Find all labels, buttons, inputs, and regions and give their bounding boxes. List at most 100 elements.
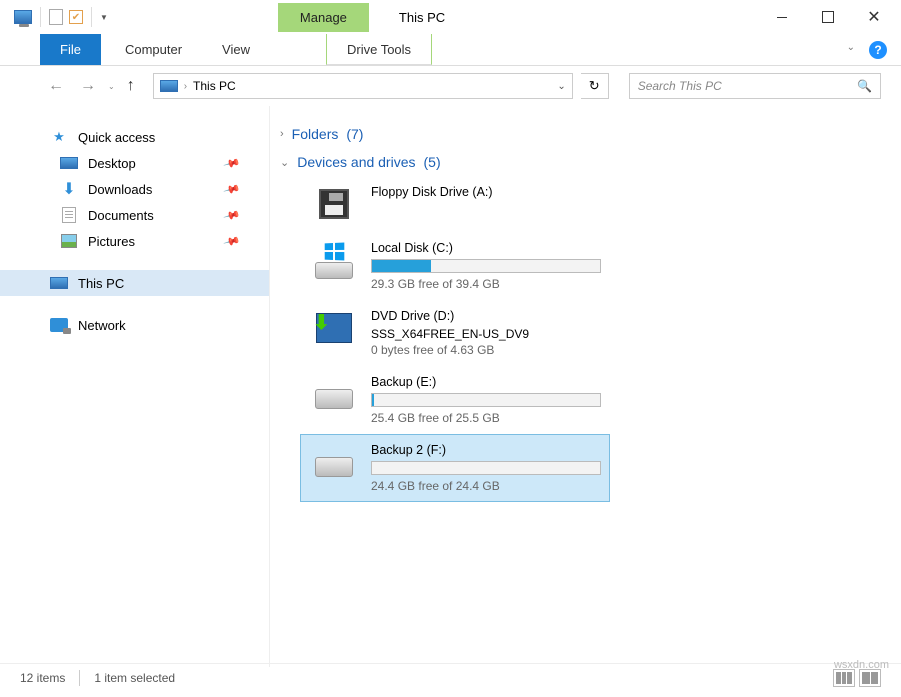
view-details-button[interactable] <box>833 669 855 687</box>
tab-view[interactable]: View <box>202 34 270 65</box>
qat-separator <box>91 7 92 27</box>
pin-icon: 📌 <box>223 206 241 224</box>
minimize-button[interactable] <box>759 3 805 31</box>
sidebar-label: This PC <box>78 276 124 291</box>
help-icon[interactable]: ? <box>869 41 887 59</box>
back-button[interactable]: ← <box>44 73 68 99</box>
dvd-icon <box>316 313 352 343</box>
view-large-icons-button[interactable] <box>859 669 881 687</box>
drive-name: Floppy Disk Drive (A:) <box>371 185 597 199</box>
quick-access-toolbar: ✔ ▼ <box>4 7 108 27</box>
drive-name: Local Disk (C:) <box>371 241 601 255</box>
drive-backup-e[interactable]: Backup (E:) 25.4 GB free of 25.5 GB <box>300 366 610 434</box>
drive-floppy-a[interactable]: Floppy Disk Drive (A:) <box>300 176 610 232</box>
chevron-down-icon: ⌄ <box>280 156 289 169</box>
windows-icon <box>325 243 345 261</box>
qat-check-icon[interactable]: ✔ <box>69 10 83 24</box>
documents-icon <box>62 207 76 223</box>
hdd-icon <box>315 262 353 279</box>
drives-list: Floppy Disk Drive (A:) Local Disk (C:) 2… <box>270 176 891 502</box>
tab-drive-tools[interactable]: Drive Tools <box>326 34 432 65</box>
group-count: (5) <box>424 154 441 170</box>
drive-sublabel: SSS_X64FREE_EN-US_DV9 <box>371 327 597 341</box>
content-pane: › Folders (7) ⌄ Devices and drives (5) F… <box>270 106 901 667</box>
floppy-icon <box>319 189 349 219</box>
this-pc-icon <box>50 277 68 289</box>
status-item-count: 12 items <box>20 671 65 685</box>
drive-free-text: 0 bytes free of 4.63 GB <box>371 343 597 357</box>
ribbon-tabs: File Computer View Drive Tools ⌄ ? <box>0 34 901 66</box>
pin-icon: 📌 <box>223 154 241 172</box>
sidebar-label: Desktop <box>88 156 136 171</box>
location-icon <box>160 80 178 92</box>
drive-backup2-f[interactable]: Backup 2 (F:) 24.4 GB free of 24.4 GB <box>300 434 610 502</box>
hdd-icon <box>315 389 353 409</box>
view-buttons <box>833 669 881 687</box>
group-label: Folders <box>292 126 339 142</box>
sidebar-quick-access[interactable]: ★ Quick access <box>0 124 269 150</box>
sidebar-desktop[interactable]: Desktop 📌 <box>0 150 269 176</box>
search-icon[interactable]: 🔍 <box>857 79 872 93</box>
drive-dvd-d[interactable]: DVD Drive (D:) SSS_X64FREE_EN-US_DV9 0 b… <box>300 300 610 366</box>
window-controls: ✕ <box>759 3 897 31</box>
refresh-button[interactable]: ↻ <box>581 73 609 99</box>
sidebar-label: Documents <box>88 208 154 223</box>
sidebar-documents[interactable]: Documents 📌 <box>0 202 269 228</box>
sidebar-network[interactable]: Network <box>0 312 269 338</box>
history-dropdown-icon[interactable]: ⌄ <box>108 82 115 91</box>
status-selection: 1 item selected <box>94 671 175 685</box>
breadcrumb-separator-icon[interactable]: › <box>184 81 187 92</box>
window-title: This PC <box>399 10 445 25</box>
pin-icon: 📌 <box>223 232 241 250</box>
group-folders[interactable]: › Folders (7) <box>270 120 891 148</box>
status-separator <box>79 670 80 686</box>
capacity-bar <box>371 259 601 273</box>
pin-icon: 📌 <box>223 180 241 198</box>
address-dropdown-icon[interactable]: ⌄ <box>557 81 565 92</box>
tab-computer[interactable]: Computer <box>105 34 202 65</box>
drive-name: Backup (E:) <box>371 375 601 389</box>
sidebar-pictures[interactable]: Pictures 📌 <box>0 228 269 254</box>
breadcrumb-this-pc[interactable]: This PC <box>193 79 236 93</box>
drive-free-text: 29.3 GB free of 39.4 GB <box>371 277 601 291</box>
drive-free-text: 25.4 GB free of 25.5 GB <box>371 411 601 425</box>
pictures-icon <box>61 234 77 248</box>
search-placeholder: Search This PC <box>638 79 722 93</box>
forward-button[interactable]: → <box>76 73 100 99</box>
explorer-body: ★ Quick access Desktop 📌 ⬇ Downloads 📌 D… <box>0 106 901 667</box>
navigation-pane: ★ Quick access Desktop 📌 ⬇ Downloads 📌 D… <box>0 106 270 667</box>
sidebar-label: Downloads <box>88 182 152 197</box>
up-button[interactable]: ↑ <box>123 73 139 99</box>
close-button[interactable]: ✕ <box>851 3 897 31</box>
search-input[interactable]: Search This PC 🔍 <box>629 73 881 99</box>
star-icon: ★ <box>50 129 68 145</box>
group-count: (7) <box>346 126 363 142</box>
ribbon-expand-icon[interactable]: ⌄ <box>839 34 863 65</box>
group-label: Devices and drives <box>297 154 415 170</box>
drive-free-text: 24.4 GB free of 24.4 GB <box>371 479 601 493</box>
qat-dropdown-icon[interactable]: ▼ <box>100 13 108 22</box>
maximize-button[interactable] <box>805 3 851 31</box>
qat-separator <box>40 7 41 27</box>
network-icon <box>50 318 68 332</box>
tab-file[interactable]: File <box>40 34 101 65</box>
app-icon[interactable] <box>14 10 32 24</box>
downloads-icon: ⬇ <box>60 181 78 197</box>
sidebar-label: Quick access <box>78 130 155 145</box>
drive-name: DVD Drive (D:) <box>371 309 597 323</box>
group-devices[interactable]: ⌄ Devices and drives (5) <box>270 148 891 176</box>
hdd-icon <box>315 457 353 477</box>
desktop-icon <box>60 157 78 169</box>
properties-icon[interactable] <box>49 9 63 25</box>
drive-local-c[interactable]: Local Disk (C:) 29.3 GB free of 39.4 GB <box>300 232 610 300</box>
watermark: wsxdn.com <box>834 659 889 671</box>
capacity-bar <box>371 461 601 475</box>
address-bar[interactable]: › This PC ⌄ <box>153 73 573 99</box>
sidebar-this-pc[interactable]: This PC <box>0 270 269 296</box>
status-bar: 12 items 1 item selected <box>0 663 901 691</box>
ribbon-context-title: Manage <box>278 3 369 32</box>
sidebar-label: Network <box>78 318 126 333</box>
navigation-bar: ← → ⌄ ↑ › This PC ⌄ ↻ Search This PC 🔍 <box>0 66 901 106</box>
sidebar-label: Pictures <box>88 234 135 249</box>
sidebar-downloads[interactable]: ⬇ Downloads 📌 <box>0 176 269 202</box>
